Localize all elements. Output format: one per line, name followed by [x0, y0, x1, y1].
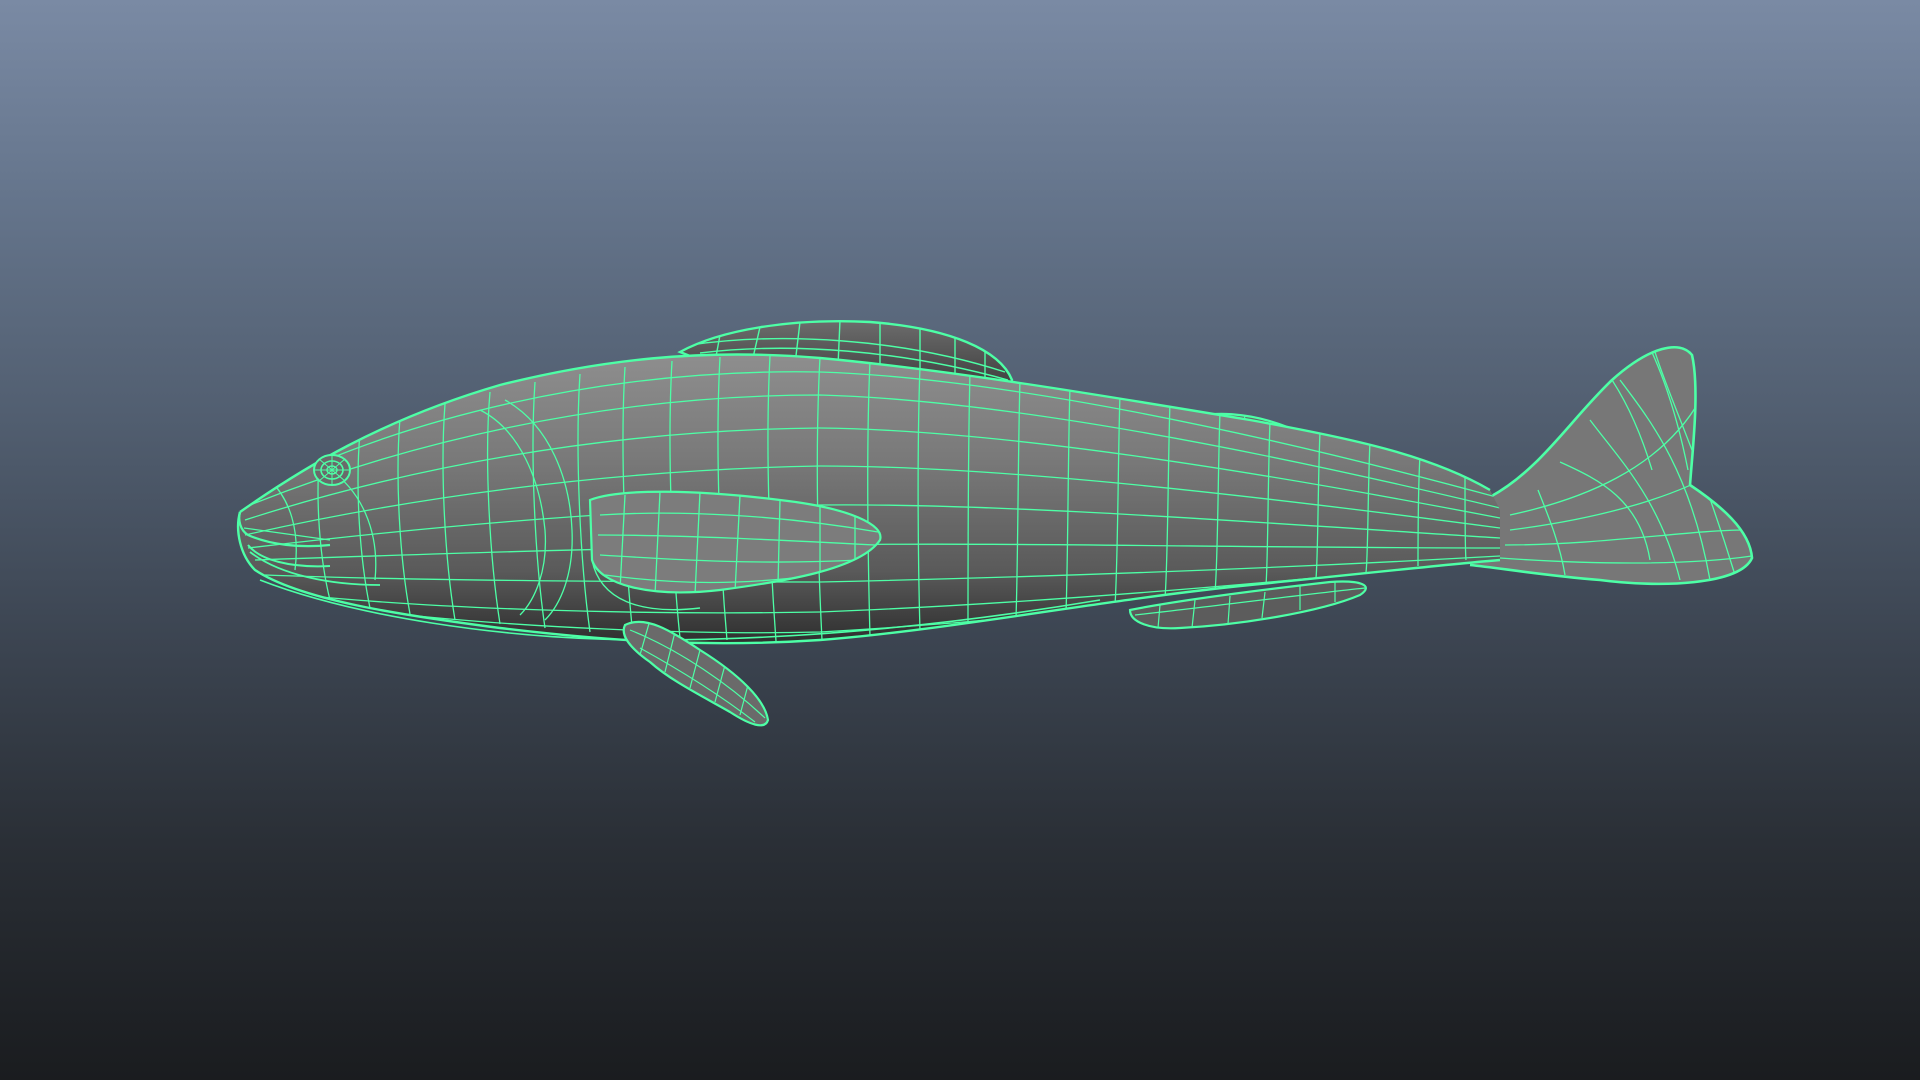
fish-model[interactable]: [0, 0, 1920, 1080]
3d-viewport[interactable]: [0, 0, 1920, 1080]
fish-eye: [313, 454, 351, 486]
caudal-fin: [1469, 346, 1754, 586]
